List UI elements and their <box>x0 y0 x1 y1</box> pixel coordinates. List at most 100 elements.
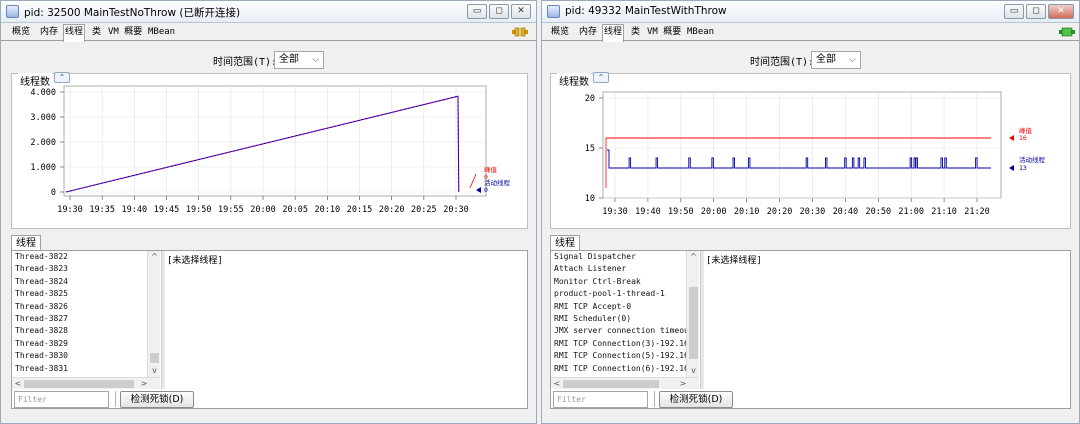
tab-mbean[interactable]: MBean <box>147 25 176 41</box>
thread-detail-text: [未选择线程] <box>167 256 223 266</box>
tab-thread-list[interactable]: 线程 <box>550 235 580 251</box>
thread-list-item[interactable]: Attach Listener <box>551 263 686 275</box>
thread-list[interactable]: Signal Dispatcher Attach Listener Monitor … <box>551 251 686 377</box>
hscroll-thumb[interactable] <box>24 380 134 388</box>
y-tick-label: 1.000 <box>30 163 56 173</box>
thread-panel: Signal Dispatcher Attach Listener Monitor … <box>550 250 1071 409</box>
thread-list-item[interactable]: RMI TCP Accept-0 <box>551 301 686 313</box>
x-tick-label: 19:45 <box>154 205 180 215</box>
scroll-up-icon[interactable]: ^ <box>687 251 700 263</box>
filter-input[interactable]: Filter <box>553 391 648 408</box>
x-tick-label: 20:20 <box>379 205 405 215</box>
x-tick-label: 19:30 <box>57 205 83 215</box>
thread-list-item[interactable]: RMI TCP Connection(3)-192.168. <box>551 338 686 350</box>
thread-list-hscroll[interactable]: < > <box>551 377 699 389</box>
thread-list-item[interactable]: Thread-3822 <box>12 251 147 263</box>
x-tick-label: 20:10 <box>734 207 760 217</box>
thread-list-item[interactable]: product-pool-1-thread-1 <box>551 288 686 300</box>
y-tick-label: 2.000 <box>30 138 56 148</box>
tab-memory[interactable]: 内存 <box>578 25 598 41</box>
title-bar[interactable]: pid: 49332 MainTestWithThrow ▭ ◻ ✕ <box>542 1 1079 23</box>
x-tick-label: 20:50 <box>865 207 891 217</box>
scroll-right-icon[interactable]: > <box>138 378 150 390</box>
x-tick-label: 20:00 <box>250 205 276 215</box>
x-tick-label: 20:25 <box>411 205 437 215</box>
time-range-select[interactable]: 全部 ⌵ <box>811 51 861 69</box>
minimize-icon[interactable]: ▭ <box>1004 4 1024 19</box>
time-range-value: 全部 <box>816 54 836 65</box>
thread-list-item[interactable]: RMI TCP Connection(6)-192.168. <box>551 363 686 375</box>
main-tabs: 概览 内存 线程 类 VM 概要 MBean <box>542 23 1079 42</box>
scroll-left-icon[interactable]: < <box>551 378 563 390</box>
scroll-right-icon[interactable]: > <box>677 378 689 390</box>
tab-vm-summary[interactable]: VM 概要 <box>107 25 143 41</box>
thread-list-item[interactable]: Thread-3823 <box>12 263 147 275</box>
thread-list-item[interactable]: Thread-3825 <box>12 288 147 300</box>
tab-thread-list[interactable]: 线程 <box>11 235 41 251</box>
detect-deadlock-button[interactable]: 检测死锁(D) <box>659 391 733 408</box>
thread-list-vscroll[interactable]: ^ v <box>147 251 160 377</box>
x-tick-label: 20:20 <box>767 207 793 217</box>
window-title: pid: 32500 MainTestNoThrow (已断开连接) <box>24 7 241 19</box>
legend-live-value: 13 <box>1019 164 1027 172</box>
x-tick-label: 19:50 <box>186 205 212 215</box>
tab-memory[interactable]: 内存 <box>39 25 59 41</box>
thread-list-item[interactable]: RMI Scheduler(0) <box>551 313 686 325</box>
thread-list-item[interactable]: Thread-3824 <box>12 276 147 288</box>
filter-input[interactable]: Filter <box>14 391 109 408</box>
thread-list-hscroll[interactable]: < > <box>12 377 160 389</box>
scroll-up-icon[interactable]: ^ <box>148 251 161 263</box>
thread-list[interactable]: Thread-3822 Thread-3823 Thread-3824 Thread-… <box>12 251 147 377</box>
thread-list-item[interactable]: Thread-3827 <box>12 313 147 325</box>
scroll-down-icon[interactable]: v <box>687 365 700 377</box>
thread-list-item[interactable]: Thread-3830 <box>12 350 147 362</box>
thread-list-vscroll[interactable]: ^ v <box>686 251 699 377</box>
tab-classes[interactable]: 类 <box>630 25 641 41</box>
scroll-thumb[interactable] <box>150 353 159 363</box>
minimize-icon[interactable]: ▭ <box>467 4 487 19</box>
thread-list-item[interactable]: Thread-3831 <box>12 363 147 375</box>
legend-peak-value: 16 <box>1019 134 1027 142</box>
maximize-icon[interactable]: ◻ <box>1026 4 1046 19</box>
close-icon[interactable]: ✕ <box>1048 4 1074 19</box>
detect-deadlock-button[interactable]: 检测死锁(D) <box>120 391 194 408</box>
thread-list-item[interactable]: Signal Dispatcher <box>551 251 686 263</box>
y-tick-label: 4.000 <box>30 88 56 98</box>
y-tick-label: 20 <box>585 94 595 104</box>
maximize-icon[interactable]: ◻ <box>489 4 509 19</box>
tab-classes[interactable]: 类 <box>91 25 102 41</box>
title-bar[interactable]: pid: 32500 MainTestNoThrow (已断开连接) ▭ ◻ ✕ <box>1 1 536 23</box>
window-controls: ▭ ◻ ✕ <box>467 4 531 19</box>
thread-list-item[interactable]: Monitor Ctrl-Break <box>551 276 686 288</box>
legend-live-marker <box>1009 165 1014 171</box>
disconnected-plug-icon[interactable] <box>512 26 528 38</box>
x-tick-label: 20:10 <box>315 205 341 215</box>
x-tick-label: 20:00 <box>701 207 727 217</box>
tab-overview[interactable]: 概览 <box>11 25 31 41</box>
separator <box>115 391 116 407</box>
scroll-down-icon[interactable]: v <box>148 365 161 377</box>
close-icon[interactable]: ✕ <box>511 4 531 19</box>
scroll-thumb[interactable] <box>689 287 698 359</box>
thread-detail-text: [未选择线程] <box>706 256 762 266</box>
connected-plug-icon[interactable] <box>1059 26 1075 38</box>
thread-list-item[interactable]: RMI TCP Connection(5)-192.168. <box>551 350 686 362</box>
x-tick-label: 19:30 <box>602 207 628 217</box>
scroll-left-icon[interactable]: < <box>12 378 24 390</box>
thread-list-item[interactable]: Thread-3829 <box>12 338 147 350</box>
tab-mbean[interactable]: MBean <box>686 25 715 41</box>
hscroll-thumb[interactable] <box>563 380 659 388</box>
tab-overview[interactable]: 概览 <box>550 25 570 41</box>
split-divider[interactable] <box>161 251 165 389</box>
tab-vm-summary[interactable]: VM 概要 <box>646 25 682 41</box>
tab-threads[interactable]: 线程 <box>63 24 86 42</box>
time-range-select[interactable]: 全部 ⌵ <box>274 51 324 69</box>
thread-list-item[interactable]: Thread-3828 <box>12 325 147 337</box>
x-tick-label: 20:15 <box>347 205 373 215</box>
tab-threads[interactable]: 线程 <box>602 24 625 42</box>
legend-peak-marker <box>1009 135 1014 141</box>
split-divider[interactable] <box>700 251 704 389</box>
thread-list-item[interactable]: JMX server connection timeout <box>551 325 686 337</box>
java-app-icon <box>547 5 560 18</box>
thread-list-item[interactable]: Thread-3826 <box>12 301 147 313</box>
